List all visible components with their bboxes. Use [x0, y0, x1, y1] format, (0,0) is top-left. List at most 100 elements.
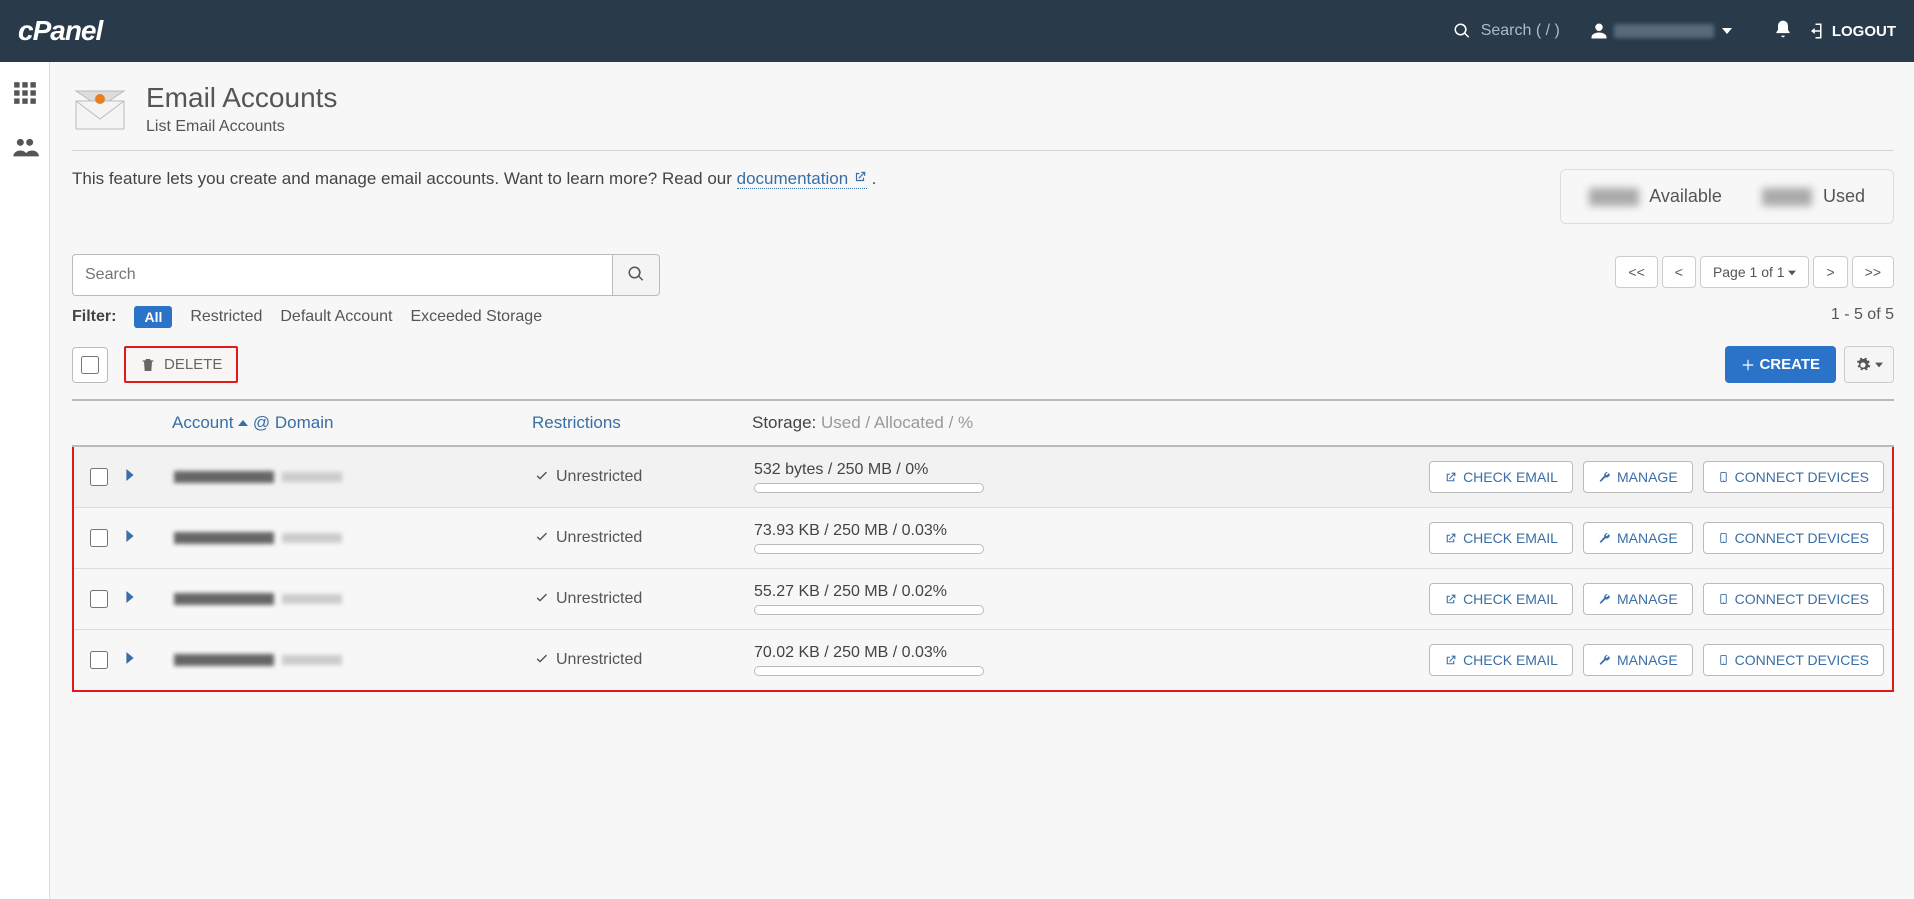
pagination: << < Page 1 of 1 > >> — [1615, 256, 1894, 288]
top-header: cPanel Search ( / ) LOGOUT — [0, 0, 1914, 62]
sort-asc-icon — [238, 418, 248, 428]
account-redacted — [174, 654, 274, 666]
check-email-button[interactable]: CHECK EMAIL — [1429, 522, 1573, 554]
search-icon — [1453, 22, 1471, 40]
storage-progress — [754, 666, 984, 676]
storage-value: 55.27 KB / 250 MB / 0.02% — [754, 583, 947, 600]
manage-button[interactable]: MANAGE — [1583, 461, 1693, 493]
check-icon — [534, 469, 550, 485]
external-icon — [1444, 593, 1457, 606]
connect-devices-button[interactable]: CONNECT DEVICES — [1703, 522, 1884, 554]
external-icon — [1444, 532, 1457, 545]
table-row: Unrestricted 532 bytes / 250 MB / 0% CHECK… — [74, 447, 1892, 507]
account-redacted — [174, 471, 274, 483]
caret-down-icon — [1788, 269, 1796, 277]
result-range: 1 - 5 of 5 — [1831, 306, 1894, 324]
caret-down-icon — [1875, 361, 1883, 369]
domain-redacted — [282, 533, 342, 543]
storage-value: 532 bytes / 250 MB / 0% — [754, 461, 928, 478]
search-placeholder: Search ( / ) — [1481, 22, 1560, 40]
trash-icon — [140, 357, 156, 373]
domain-redacted — [282, 472, 342, 482]
col-restrictions[interactable]: Restrictions — [532, 413, 752, 433]
chevron-right-icon — [124, 530, 136, 542]
logout-button[interactable]: LOGOUT — [1808, 22, 1896, 40]
storage-value: 73.93 KB / 250 MB / 0.03% — [754, 522, 947, 539]
wrench-icon — [1598, 532, 1611, 545]
manage-button[interactable]: MANAGE — [1583, 644, 1693, 676]
check-email-button[interactable]: CHECK EMAIL — [1429, 583, 1573, 615]
manage-button[interactable]: MANAGE — [1583, 522, 1693, 554]
restriction-value: Unrestricted — [556, 468, 642, 486]
create-button[interactable]: CREATE — [1725, 346, 1836, 383]
caret-down-icon — [1722, 26, 1732, 36]
expand-row[interactable] — [124, 590, 174, 608]
storage-progress — [754, 483, 984, 493]
connect-devices-button[interactable]: CONNECT DEVICES — [1703, 644, 1884, 676]
expand-row[interactable] — [124, 651, 174, 669]
available-count-redacted — [1589, 188, 1639, 206]
filter-exceeded[interactable]: Exceeded Storage — [410, 308, 542, 326]
search-button[interactable] — [612, 254, 660, 296]
domain-redacted — [282, 594, 342, 604]
account-redacted — [174, 593, 274, 605]
phone-icon — [1718, 653, 1729, 667]
row-checkbox[interactable] — [90, 651, 108, 669]
check-email-button[interactable]: CHECK EMAIL — [1429, 461, 1573, 493]
row-checkbox[interactable] — [90, 590, 108, 608]
table-header: Account @ Domain Restrictions Storage: U… — [72, 399, 1894, 447]
global-search[interactable]: Search ( / ) — [1453, 22, 1560, 40]
check-icon — [534, 591, 550, 607]
col-account[interactable]: Account @ Domain — [172, 413, 532, 433]
manage-button[interactable]: MANAGE — [1583, 583, 1693, 615]
account-redacted — [174, 532, 274, 544]
restriction-value: Unrestricted — [556, 651, 642, 669]
filter-label: Filter: — [72, 308, 116, 326]
page-first[interactable]: << — [1615, 256, 1657, 288]
connect-devices-button[interactable]: CONNECT DEVICES — [1703, 583, 1884, 615]
delete-button[interactable]: DELETE — [124, 346, 238, 383]
page-current[interactable]: Page 1 of 1 — [1700, 256, 1810, 288]
row-checkbox[interactable] — [90, 468, 108, 486]
col-storage: Storage: Used / Allocated / % — [752, 413, 1394, 433]
phone-icon — [1718, 470, 1729, 484]
expand-row[interactable] — [124, 529, 174, 547]
quota-stats: Available Used — [1560, 169, 1894, 224]
select-all-checkbox[interactable] — [72, 347, 108, 383]
page-next[interactable]: > — [1813, 256, 1847, 288]
gear-icon — [1855, 357, 1871, 373]
grid-icon[interactable] — [12, 80, 38, 111]
users-icon[interactable] — [11, 133, 39, 166]
page-last[interactable]: >> — [1852, 256, 1894, 288]
used-count-redacted — [1762, 188, 1812, 206]
page-description: This feature lets you create and manage … — [72, 169, 876, 189]
page-title: Email Accounts — [146, 82, 337, 114]
row-checkbox[interactable] — [90, 529, 108, 547]
search-input[interactable] — [72, 254, 612, 296]
page-prev[interactable]: < — [1662, 256, 1696, 288]
filter-all[interactable]: All — [134, 306, 172, 328]
delete-label: DELETE — [164, 356, 222, 373]
left-sidebar — [0, 62, 50, 899]
check-email-button[interactable]: CHECK EMAIL — [1429, 644, 1573, 676]
user-menu[interactable] — [1590, 22, 1738, 40]
documentation-link[interactable]: documentation — [737, 169, 867, 189]
table-body: Unrestricted 532 bytes / 250 MB / 0% CHECK… — [72, 447, 1894, 692]
external-icon — [1444, 471, 1457, 484]
settings-button[interactable] — [1844, 346, 1894, 383]
filter-restricted[interactable]: Restricted — [190, 308, 262, 326]
table-row: Unrestricted73.93 KB / 250 MB / 0.03%CHE… — [74, 507, 1892, 568]
logout-label: LOGOUT — [1832, 23, 1896, 40]
bell-icon — [1773, 19, 1793, 39]
connect-devices-button[interactable]: CONNECT DEVICES — [1703, 461, 1884, 493]
logout-icon — [1808, 22, 1826, 40]
chevron-right-icon — [124, 591, 136, 603]
filter-default[interactable]: Default Account — [280, 308, 392, 326]
table-row: Unrestricted 55.27 KB / 250 MB / 0.02% CHE… — [74, 568, 1892, 629]
restriction-value: Unrestricted — [556, 590, 642, 608]
expand-row[interactable] — [124, 468, 174, 486]
phone-icon — [1718, 531, 1729, 545]
wrench-icon — [1598, 654, 1611, 667]
chevron-right-icon — [124, 469, 136, 481]
notifications-button[interactable] — [1773, 19, 1793, 44]
